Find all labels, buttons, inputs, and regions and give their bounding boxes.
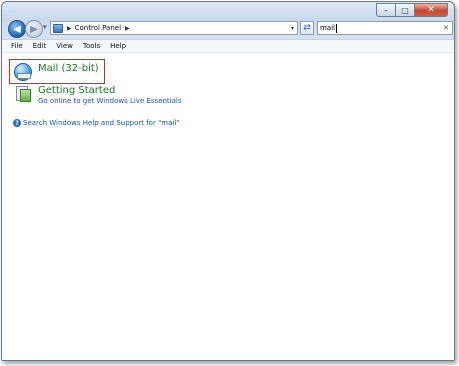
help-search-link[interactable]: ? Search Windows Help and Support for "m… [13, 119, 180, 127]
result-text: Mail (32-bit) [38, 63, 99, 75]
navigation-bar: ◀ ▶ ▾ ▶ Control Panel ▶ ▾ ⇄ mail ✕ [6, 19, 453, 41]
result-title-getting-started[interactable]: Getting Started [38, 85, 182, 97]
menu-help[interactable]: Help [105, 42, 131, 50]
result-text: Getting Started Go online to get Windows… [38, 85, 182, 106]
forward-button[interactable]: ▶ [25, 20, 43, 38]
page-shape-green [20, 89, 31, 102]
window-caption: ... [8, 6, 18, 14]
result-getting-started[interactable]: Getting Started Go online to get Windows… [14, 85, 182, 106]
breadcrumb-separator-icon[interactable]: ▶ [125, 25, 130, 32]
clear-search-icon[interactable]: ✕ [443, 24, 449, 32]
result-title-mail[interactable]: Mail (32-bit) [38, 63, 99, 75]
menu-edit[interactable]: Edit [28, 42, 52, 50]
help-search-text[interactable]: Search Windows Help and Support for "mai… [23, 119, 180, 127]
recent-pages-dropdown[interactable]: ▾ [43, 23, 47, 31]
window-controls: – □ ✕ [376, 3, 448, 17]
minimize-button[interactable]: – [376, 3, 396, 17]
maximize-button[interactable]: □ [395, 3, 415, 17]
breadcrumb-control-panel[interactable]: Control Panel [75, 24, 121, 32]
getting-started-icon [14, 85, 32, 103]
mail-icon [14, 63, 32, 81]
back-button[interactable]: ◀ [8, 20, 26, 38]
address-bar[interactable]: ▶ Control Panel ▶ ▾ [50, 21, 298, 35]
control-panel-icon [53, 23, 63, 33]
menu-tools[interactable]: Tools [78, 42, 105, 50]
search-results-pane: Mail (32-bit) Getting Started Go online … [2, 52, 454, 360]
breadcrumb-separator-icon[interactable]: ▶ [67, 25, 72, 32]
search-input[interactable]: mail ✕ [317, 21, 453, 35]
menu-bar: File Edit View Tools Help [2, 39, 454, 53]
text-caret [336, 23, 337, 33]
refresh-button[interactable]: ⇄ [300, 21, 314, 35]
menu-file[interactable]: File [2, 42, 28, 50]
search-value: mail [320, 24, 335, 32]
result-link-windows-live[interactable]: Go online to get Windows Live Essentials [38, 97, 182, 106]
help-icon: ? [13, 119, 21, 127]
menu-view[interactable]: View [51, 42, 78, 50]
address-dropdown-icon[interactable]: ▾ [291, 25, 294, 32]
explorer-window: ... – □ ✕ ◀ ▶ ▾ ▶ Control Panel ▶ ▾ ⇄ ma… [1, 1, 455, 361]
result-mail[interactable]: Mail (32-bit) [14, 63, 99, 81]
close-button[interactable]: ✕ [414, 3, 448, 17]
